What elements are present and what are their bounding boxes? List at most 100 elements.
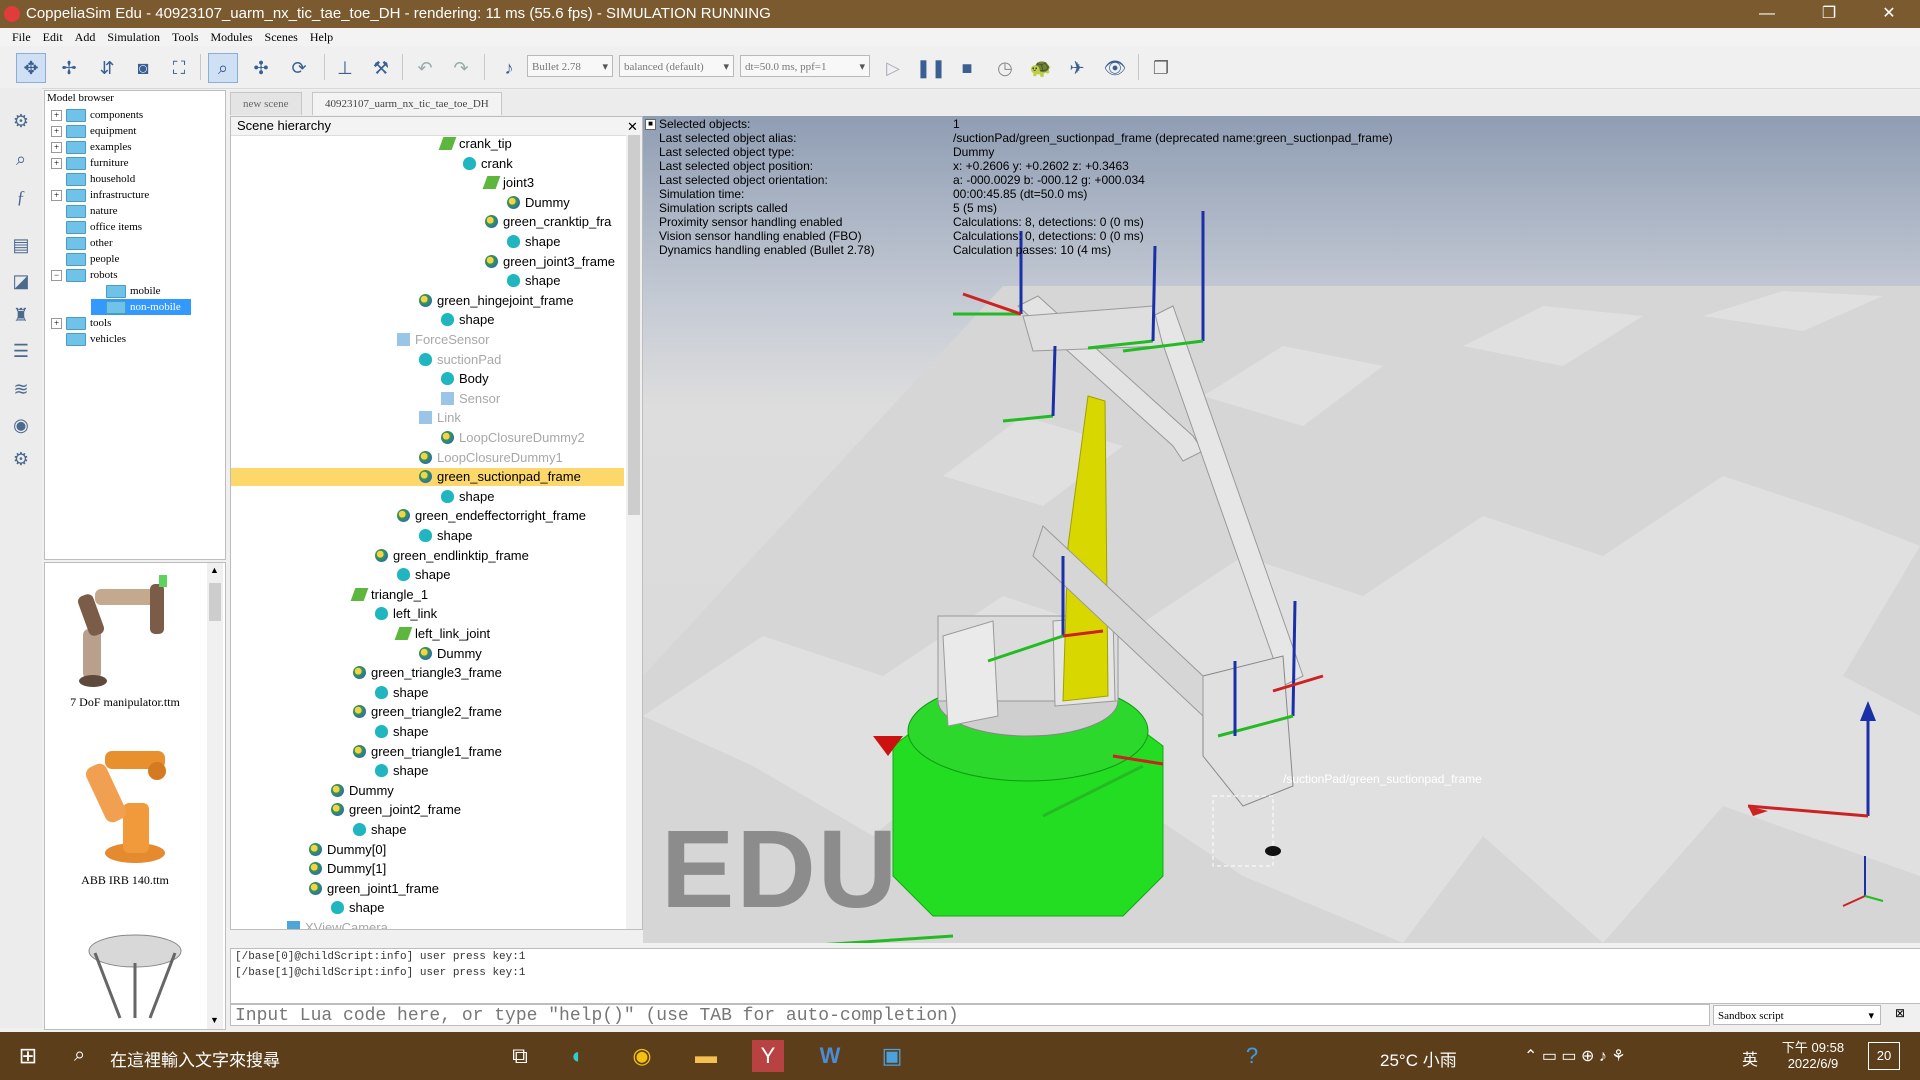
model-browser-icon[interactable]: ♜ (8, 302, 34, 328)
object-rotate-icon[interactable]: ⟳ (284, 53, 314, 83)
chrome-icon[interactable]: ◉ (626, 1040, 658, 1072)
hierarchy-item[interactable]: Body (441, 370, 489, 388)
info-toggle[interactable]: ■ (645, 119, 656, 130)
menu-modules[interactable]: Modules (205, 28, 259, 46)
hierarchy-item[interactable]: Dummy (419, 645, 482, 663)
realtime-icon[interactable]: ◷ (990, 53, 1020, 83)
hierarchy-item[interactable]: crank (463, 155, 513, 173)
page-selector-icon[interactable]: ❐ (1146, 53, 1176, 83)
expand-icon[interactable]: + (51, 317, 62, 329)
play-icon[interactable]: ▷ (878, 53, 908, 83)
hierarchy-item[interactable]: shape (375, 684, 428, 702)
script-function-icon[interactable]: ƒ (8, 184, 34, 210)
abb-thumbnail[interactable] (65, 743, 205, 873)
menu-file[interactable]: File (0, 28, 37, 46)
hierarchy-item[interactable]: suctionPad (419, 351, 501, 369)
taskbar-search[interactable]: ⌕ 在這裡輸入文字來搜尋 (66, 1032, 406, 1080)
hierarchy-item[interactable]: left_link (375, 605, 437, 623)
calculation-mode-select[interactable]: balanced (default) (619, 55, 734, 78)
hierarchy-item[interactable]: shape (353, 821, 406, 839)
hierarchy-item[interactable]: LoopClosureDummy2 (441, 429, 585, 447)
hierarchy-item[interactable]: ForceSensor (397, 331, 489, 349)
hierarchy-item[interactable]: crank_tip (438, 135, 512, 153)
settings-icon[interactable]: ⚙ (8, 108, 34, 134)
visualization-icon[interactable]: 👁 (1100, 53, 1130, 83)
undo-icon[interactable]: ↶ (410, 53, 440, 83)
hierarchy-item[interactable]: shape (375, 762, 428, 780)
assemble-icon[interactable]: ⊥ (330, 53, 360, 83)
hierarchy-item[interactable]: green_endeffectorright_frame (397, 507, 586, 525)
click-selection-icon[interactable]: ⌕ (208, 53, 238, 83)
model-browser-item[interactable]: nature (51, 203, 117, 219)
menu-help[interactable]: Help (304, 28, 339, 46)
hierarchy-item[interactable]: Sensor (441, 390, 500, 408)
hierarchy-item[interactable]: shape (507, 272, 560, 290)
hierarchy-item[interactable]: green_joint2_frame (331, 801, 461, 819)
hierarchy-item[interactable]: Dummy[0] (309, 841, 386, 859)
model-browser-item[interactable]: mobile (91, 283, 161, 299)
edge-icon[interactable]: ◐ (562, 1040, 594, 1072)
model-browser-item[interactable]: + infrastructure (51, 187, 149, 203)
hierarchy-item[interactable]: shape (375, 723, 428, 741)
task-view-icon[interactable]: ⧉ (504, 1040, 536, 1072)
redo-icon[interactable]: ↷ (446, 53, 476, 83)
model-browser-item[interactable]: + tools (51, 315, 111, 331)
help-icon[interactable]: ? (1236, 1040, 1268, 1072)
faster-icon[interactable]: ✈ (1062, 53, 1092, 83)
sandbox-script-select[interactable]: Sandbox script (1713, 1005, 1881, 1026)
fit-to-view-icon[interactable]: ⛶ (164, 53, 194, 83)
menu-add[interactable]: Add (69, 28, 102, 46)
hierarchy-item[interactable]: green_suctionpad_frame (419, 468, 581, 486)
hierarchy-item[interactable]: LoopClosureDummy1 (419, 449, 563, 467)
hierarchy-item[interactable]: green_hingejoint_frame (419, 292, 574, 310)
model-browser-item[interactable]: + furniture (51, 155, 128, 171)
hierarchy-item[interactable]: Dummy[1] (309, 860, 386, 878)
page-icon[interactable]: ▤ (8, 232, 34, 258)
expand-icon[interactable]: + (51, 157, 62, 169)
hierarchy-item[interactable]: joint3 (482, 174, 534, 192)
menu-edit[interactable]: Edit (37, 28, 69, 46)
photos-icon[interactable]: ▣ (876, 1040, 908, 1072)
menu-tools[interactable]: Tools (166, 28, 205, 46)
tab-new-scene[interactable]: new scene (230, 92, 302, 115)
stop-icon[interactable]: ■ (952, 53, 982, 83)
lua-command-input[interactable]: Input Lua code here, or type "help()" (u… (230, 1004, 1710, 1026)
coppeliasim-icon[interactable]: Y (752, 1040, 784, 1072)
camera-pan-icon[interactable]: ✥ (16, 53, 46, 83)
expand-icon[interactable]: + (51, 125, 62, 137)
camera-rotate-icon[interactable]: ✢ (54, 53, 84, 83)
hierarchy-item[interactable]: Dummy (331, 782, 394, 800)
hierarchy-item[interactable]: shape (441, 488, 494, 506)
thumbnails-scrollbar[interactable]: ▲ ▼ (207, 563, 223, 1029)
notification-badge[interactable]: 20 (1868, 1042, 1900, 1070)
hierarchy-item[interactable]: left_link_joint (394, 625, 490, 643)
model-browser-item[interactable]: household (51, 171, 135, 187)
file-explorer-icon[interactable]: ▬ (690, 1040, 722, 1072)
hierarchy-item[interactable]: green_joint1_frame (309, 880, 439, 898)
model-browser-item[interactable]: other (51, 235, 113, 251)
dynamics-toggle-icon[interactable]: ♪ (494, 53, 524, 83)
expand-icon[interactable]: − (51, 269, 62, 281)
object-shift-icon[interactable]: ✣ (246, 53, 276, 83)
expand-icon[interactable]: + (51, 189, 62, 201)
model-browser-item[interactable]: office items (51, 219, 142, 235)
model-browser-item[interactable]: + equipment (51, 123, 136, 139)
slower-icon[interactable]: 🐢 (1026, 53, 1056, 83)
timestep-select[interactable]: dt=50.0 ms, ppf=1 (740, 55, 870, 78)
model-browser-item[interactable]: + examples (51, 139, 132, 155)
hierarchy-item[interactable]: XViewCamera (287, 919, 388, 929)
hierarchy-item[interactable]: green_triangle2_frame (353, 703, 502, 721)
expand-icon[interactable]: + (51, 109, 62, 121)
menu-scenes[interactable]: Scenes (259, 28, 304, 46)
model-browser-item[interactable]: + components (51, 107, 143, 123)
hierarchy-item[interactable]: Dummy (507, 194, 570, 212)
close-icon[interactable]: ✕ (627, 119, 638, 135)
maximize-button[interactable]: ❐ (1806, 0, 1852, 28)
physics-engine-select[interactable]: Bullet 2.78 (527, 55, 613, 78)
hierarchy-item[interactable]: triangle_1 (350, 586, 428, 604)
hierarchy-item[interactable]: green_endlinktip_frame (375, 547, 529, 565)
hierarchy-item[interactable]: shape (331, 899, 384, 917)
hierarchy-item[interactable]: green_cranktip_fra (485, 213, 611, 231)
weather-text[interactable]: 25°C 小雨 (1380, 1046, 1457, 1071)
film-icon[interactable]: ◉ (8, 412, 34, 438)
